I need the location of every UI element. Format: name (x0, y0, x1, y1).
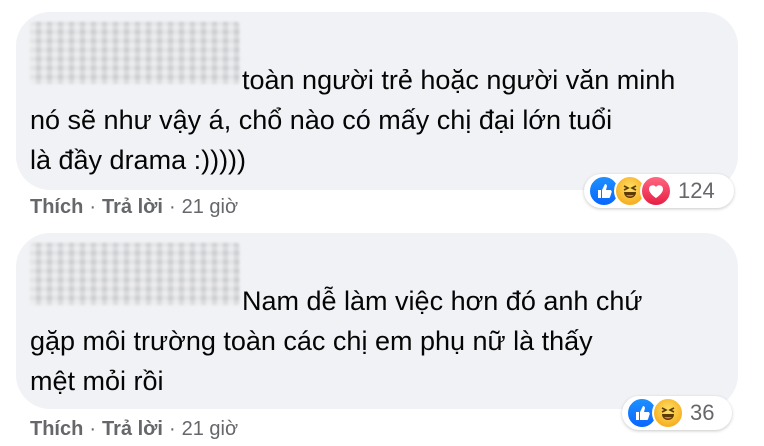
comment-text-line: gặp môi trường toàn các chị em phụ nữ là… (30, 326, 593, 356)
love-reaction-icon (640, 175, 672, 207)
comment-text-line: Nam dễ làm việc hơn đó anh chứ (242, 286, 643, 316)
separator-dot: · (89, 196, 97, 218)
reply-button[interactable]: Trả lời (102, 418, 163, 440)
comment-actions: Thích · Trả lời · 21 giờ (30, 196, 238, 219)
reaction-summary[interactable]: 124 (584, 174, 734, 208)
comment-text: Nam dễ làm việc hơn đó anh chứ gặp môi t… (30, 281, 642, 401)
reply-button[interactable]: Trả lời (102, 196, 163, 218)
comment-timestamp[interactable]: 21 giờ (182, 196, 238, 218)
like-button[interactable]: Thích (30, 418, 83, 440)
haha-reaction-icon (652, 397, 684, 429)
separator-dot: · (89, 418, 97, 440)
comment-actions: Thích · Trả lời · 21 giờ (30, 418, 238, 441)
comment-timestamp[interactable]: 21 giờ (182, 418, 238, 440)
comment-text: toàn người trẻ hoặc người văn minh nó sẽ… (30, 60, 675, 180)
comment-text-line: là đầy drama :))))) (30, 145, 247, 175)
comment-bubble: Nam dễ làm việc hơn đó anh chứ gặp môi t… (16, 233, 738, 409)
reaction-count: 36 (690, 400, 715, 425)
comment-text-line: nó sẽ như vậy á, chổ nào có mấy chị đại … (30, 105, 613, 135)
reaction-summary[interactable]: 36 (622, 396, 732, 430)
comment-bubble: toàn người trẻ hoặc người văn minh nó sẽ… (16, 12, 738, 190)
like-button[interactable]: Thích (30, 196, 83, 218)
reaction-count: 124 (678, 178, 715, 203)
comment-text-line: toàn người trẻ hoặc người văn minh (242, 65, 676, 95)
separator-dot: · (168, 418, 176, 440)
comment-text-line: mệt mỏi rồi (30, 366, 164, 396)
separator-dot: · (168, 196, 176, 218)
